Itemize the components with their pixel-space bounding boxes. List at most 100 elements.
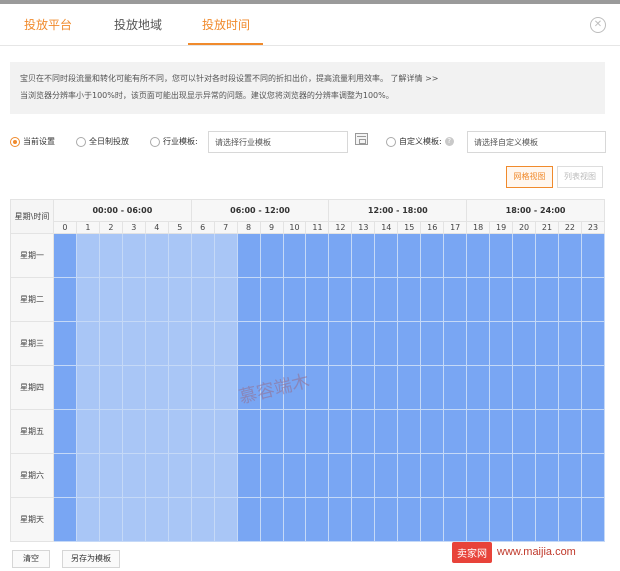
time-slot-cell[interactable]: [512, 277, 537, 322]
time-slot-cell[interactable]: [374, 321, 399, 366]
time-slot-cell[interactable]: [443, 365, 468, 410]
time-slot-cell[interactable]: [535, 453, 559, 498]
time-slot-cell[interactable]: [190, 277, 215, 322]
time-slot-cell[interactable]: [580, 365, 606, 410]
time-slot-cell[interactable]: [512, 497, 537, 542]
time-slot-cell[interactable]: [144, 233, 169, 278]
time-slot-cell[interactable]: [259, 409, 284, 454]
time-slot-cell[interactable]: [328, 365, 353, 410]
option-custom[interactable]: 自定义模板: ?: [386, 136, 454, 147]
time-slot-cell[interactable]: [489, 497, 514, 542]
time-slot-cell[interactable]: [305, 321, 330, 366]
time-slot-cell[interactable]: [75, 409, 100, 454]
time-slot-cell[interactable]: [282, 453, 307, 498]
clear-button[interactable]: 清空: [12, 550, 50, 568]
time-slot-cell[interactable]: [397, 497, 422, 542]
time-slot-cell[interactable]: [397, 233, 422, 278]
time-slot-cell[interactable]: [466, 321, 491, 366]
learn-more-link[interactable]: 了解详情 >>: [391, 74, 439, 83]
help-icon[interactable]: ?: [444, 137, 454, 146]
time-slot-cell[interactable]: [53, 409, 77, 454]
time-slot-cell[interactable]: [190, 409, 215, 454]
time-slot-cell[interactable]: [53, 453, 77, 498]
time-slot-cell[interactable]: [259, 321, 284, 366]
time-slot-cell[interactable]: [144, 321, 169, 366]
time-slot-cell[interactable]: [580, 277, 606, 322]
time-slot-cell[interactable]: [512, 233, 537, 278]
time-slot-cell[interactable]: [75, 497, 100, 542]
time-slot-cell[interactable]: [98, 409, 123, 454]
time-slot-cell[interactable]: [167, 453, 192, 498]
industry-template-select[interactable]: 请选择行业模板: [208, 131, 348, 153]
time-slot-cell[interactable]: [236, 409, 261, 454]
time-slot-cell[interactable]: [305, 233, 330, 278]
time-slot-cell[interactable]: [259, 233, 284, 278]
time-slot-cell[interactable]: [121, 277, 146, 322]
time-slot-cell[interactable]: [167, 497, 192, 542]
time-slot-cell[interactable]: [466, 453, 491, 498]
tab-time[interactable]: 投放时间: [202, 16, 250, 33]
time-slot-cell[interactable]: [282, 321, 307, 366]
time-slot-cell[interactable]: [535, 365, 559, 410]
time-slot-cell[interactable]: [512, 321, 537, 366]
time-slot-cell[interactable]: [213, 453, 238, 498]
list-view-button[interactable]: 列表视图: [557, 166, 603, 188]
time-slot-cell[interactable]: [512, 365, 537, 410]
time-slot-cell[interactable]: [53, 321, 77, 366]
time-slot-cell[interactable]: [190, 233, 215, 278]
tab-platform[interactable]: 投放平台: [24, 16, 72, 33]
time-slot-cell[interactable]: [144, 365, 169, 410]
time-slot-cell[interactable]: [213, 497, 238, 542]
time-slot-cell[interactable]: [351, 453, 376, 498]
time-slot-cell[interactable]: [466, 365, 491, 410]
time-slot-cell[interactable]: [167, 233, 192, 278]
time-slot-cell[interactable]: [305, 453, 330, 498]
time-slot-cell[interactable]: [489, 277, 514, 322]
time-slot-cell[interactable]: [305, 497, 330, 542]
time-slot-cell[interactable]: [420, 453, 445, 498]
time-slot-cell[interactable]: [328, 409, 353, 454]
time-slot-cell[interactable]: [351, 277, 376, 322]
time-slot-cell[interactable]: [53, 277, 77, 322]
time-slot-cell[interactable]: [259, 453, 284, 498]
time-slot-cell[interactable]: [282, 365, 307, 410]
time-slot-cell[interactable]: [420, 497, 445, 542]
save-as-template-button[interactable]: 另存为模板: [62, 550, 120, 568]
time-slot-cell[interactable]: [535, 497, 559, 542]
calendar-icon[interactable]: [355, 133, 368, 145]
time-slot-cell[interactable]: [328, 321, 353, 366]
time-slot-cell[interactable]: [374, 365, 399, 410]
time-slot-cell[interactable]: [443, 233, 468, 278]
option-all-day[interactable]: 全日制投放: [76, 136, 129, 147]
time-slot-cell[interactable]: [213, 321, 238, 366]
time-slot-cell[interactable]: [121, 321, 146, 366]
radio-all-day[interactable]: [76, 136, 86, 147]
time-slot-cell[interactable]: [489, 453, 514, 498]
time-slot-cell[interactable]: [420, 233, 445, 278]
time-slot-cell[interactable]: [397, 409, 422, 454]
time-slot-cell[interactable]: [580, 321, 606, 366]
time-slot-cell[interactable]: [98, 277, 123, 322]
time-slot-cell[interactable]: [397, 365, 422, 410]
time-slot-cell[interactable]: [443, 453, 468, 498]
time-slot-cell[interactable]: [420, 277, 445, 322]
time-slot-cell[interactable]: [397, 453, 422, 498]
time-slot-cell[interactable]: [580, 409, 606, 454]
time-slot-cell[interactable]: [305, 365, 330, 410]
time-slot-cell[interactable]: [420, 321, 445, 366]
time-slot-cell[interactable]: [98, 497, 123, 542]
time-slot-cell[interactable]: [167, 409, 192, 454]
time-slot-cell[interactable]: [144, 453, 169, 498]
grid-view-button[interactable]: 网格视图: [506, 166, 553, 188]
time-slot-cell[interactable]: [236, 453, 261, 498]
time-slot-cell[interactable]: [397, 321, 422, 366]
time-slot-cell[interactable]: [213, 409, 238, 454]
time-slot-cell[interactable]: [259, 277, 284, 322]
time-slot-cell[interactable]: [75, 453, 100, 498]
time-slot-cell[interactable]: [557, 453, 582, 498]
time-slot-cell[interactable]: [121, 233, 146, 278]
time-slot-cell[interactable]: [374, 409, 399, 454]
time-slot-cell[interactable]: [557, 365, 582, 410]
time-slot-cell[interactable]: [351, 497, 376, 542]
time-slot-cell[interactable]: [328, 277, 353, 322]
